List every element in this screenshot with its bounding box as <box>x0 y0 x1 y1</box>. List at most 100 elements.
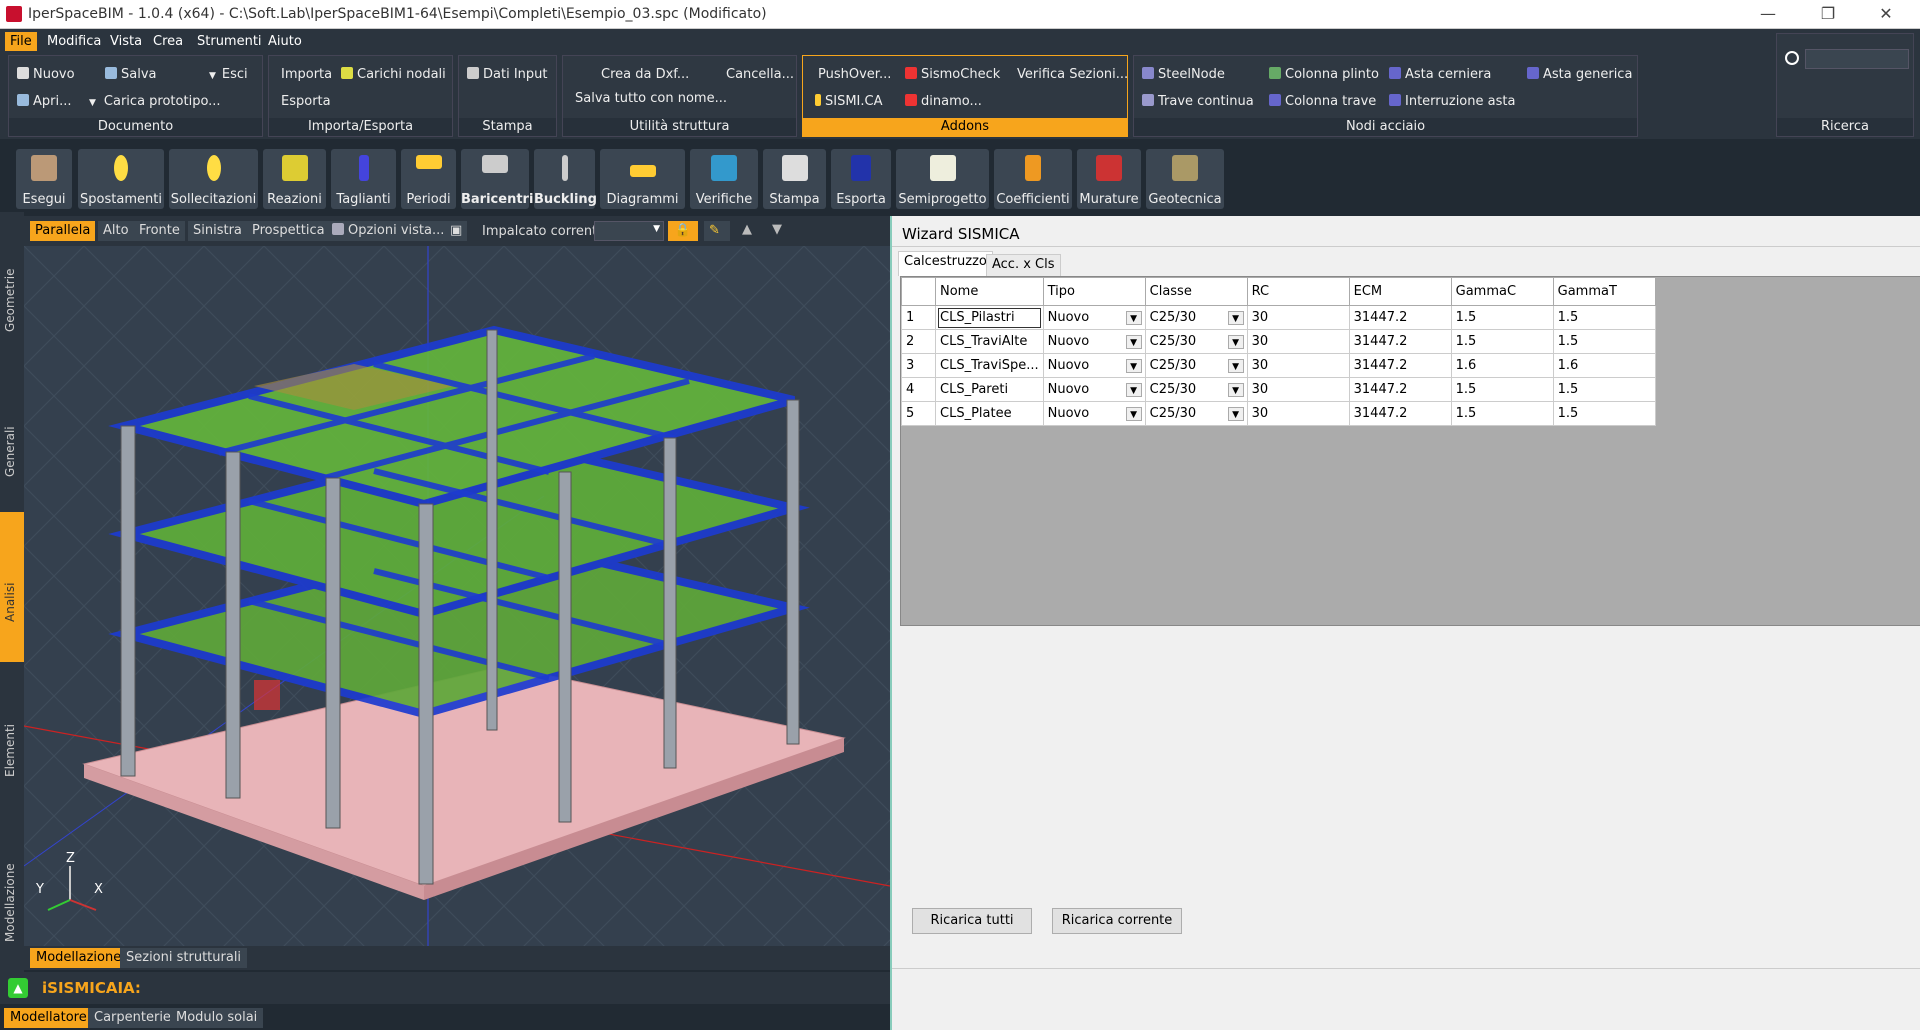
row-number[interactable]: 5 <box>901 401 936 426</box>
cell-gammat[interactable]: 1.6 <box>1552 353 1656 378</box>
cell-gammac[interactable]: 1.5 <box>1450 305 1554 330</box>
close-button[interactable]: ✕ <box>1868 3 1904 25</box>
trave-continua-button[interactable]: Trave continua <box>1142 93 1254 111</box>
menu-vista[interactable]: Vista <box>105 32 147 51</box>
dropdown-arrow-icon[interactable]: ▼ <box>1227 335 1244 349</box>
cell-gammat[interactable]: 1.5 <box>1552 329 1656 354</box>
tab-calcestruzzo[interactable]: Calcestruzzo <box>898 251 993 276</box>
cancella-button[interactable]: Cancella... <box>726 66 794 84</box>
apri-button[interactable]: Apri... <box>17 93 72 111</box>
cell-classe[interactable]: C25/30 ▼ <box>1144 329 1248 354</box>
sidetab-generali[interactable]: Generali <box>0 387 24 507</box>
reazioni-button[interactable]: Reazioni <box>263 149 326 209</box>
interruzione-asta-button[interactable]: Interruzione asta <box>1389 93 1515 111</box>
row-number[interactable]: 1 <box>901 305 936 330</box>
geotecnica-button[interactable]: Geotecnica <box>1146 149 1224 209</box>
wrench-icon[interactable]: ✎ <box>704 221 730 241</box>
cell-tipo[interactable]: Nuovo ▼ <box>1042 329 1146 354</box>
cell-gammac[interactable]: 1.5 <box>1450 329 1554 354</box>
col-rc[interactable]: RC <box>1246 277 1350 306</box>
minimize-button[interactable]: — <box>1750 3 1786 25</box>
cell-nome[interactable]: CLS_TraviAlte <box>935 329 1044 354</box>
impalcato-select[interactable]: ▼ <box>594 221 664 241</box>
cell-classe[interactable]: C25/30 ▼ <box>1144 305 1248 330</box>
cell-tipo[interactable]: Nuovo ▼ <box>1042 305 1146 330</box>
view-sinistra-button[interactable]: Sinistra <box>188 221 247 241</box>
nuovo-button[interactable]: Nuovo <box>17 66 75 84</box>
row-number[interactable]: 3 <box>901 353 936 378</box>
diagrammi-button[interactable]: Diagrammi <box>600 149 685 209</box>
dropdown-arrow-icon[interactable]: ▼ <box>1125 335 1142 349</box>
sidetab-analisi[interactable]: Analisi <box>0 512 24 662</box>
sismica-button[interactable]: SISMI.CA <box>815 93 883 111</box>
tab-acc-x-cls[interactable]: Acc. x Cls <box>986 254 1061 276</box>
importa-button[interactable]: Importa <box>281 66 332 84</box>
sidetab-elementi[interactable]: Elementi <box>0 682 24 802</box>
sidetab-modellazione[interactable]: Modellazione <box>0 832 24 962</box>
salva-tutto-button[interactable]: Salva tutto con nome... <box>575 90 727 108</box>
menu-strumenti[interactable]: Strumenti <box>192 32 267 51</box>
cell-rc[interactable]: 30 <box>1246 401 1350 426</box>
view-prospettica-button[interactable]: Prospettica <box>247 221 330 241</box>
colonna-trave-button[interactable]: Colonna trave <box>1269 93 1376 111</box>
menu-aiuto[interactable]: Aiuto <box>263 32 307 51</box>
colonna-plinto-button[interactable]: Colonna plinto <box>1269 66 1379 84</box>
view-fronte-button[interactable]: Fronte <box>134 221 185 241</box>
cell-ecm[interactable]: 31447.2 <box>1348 329 1452 354</box>
dropdown-arrow-icon[interactable]: ▼ <box>1227 311 1244 325</box>
tab-sezioni-strutturali[interactable]: Sezioni strutturali <box>120 948 248 968</box>
row-number[interactable]: 4 <box>901 377 936 402</box>
salva-button[interactable]: Salva <box>105 66 157 84</box>
dropdown-arrow-icon[interactable]: ▼ <box>1227 359 1244 373</box>
3d-viewport[interactable]: Z Y X <box>23 246 891 946</box>
col-tipo[interactable]: Tipo <box>1042 277 1146 306</box>
cell-rc[interactable]: 30 <box>1246 353 1350 378</box>
restore-button[interactable]: ❐ <box>1810 3 1846 25</box>
tab-carpenterie[interactable]: Carpenterie <box>88 1008 177 1028</box>
cell-rc[interactable]: 30 <box>1246 329 1350 354</box>
menu-modifica[interactable]: Modifica <box>42 32 106 51</box>
cell-gammac[interactable]: 1.6 <box>1450 353 1554 378</box>
taglianti-button[interactable]: Taglianti <box>331 149 396 209</box>
coefficienti-button[interactable]: Coefficienti <box>994 149 1072 209</box>
view-parallela-button[interactable]: Parallela <box>30 221 96 241</box>
murature-button[interactable]: Murature <box>1077 149 1141 209</box>
dinamo-button[interactable]: dinamo... <box>905 93 982 111</box>
cell-gammac[interactable]: 1.5 <box>1450 377 1554 402</box>
dati-input-button[interactable]: Dati Input <box>467 66 547 84</box>
cell-gammat[interactable]: 1.5 <box>1552 401 1656 426</box>
esci-button[interactable]: ▼ Esci <box>209 66 248 84</box>
cell-gammat[interactable]: 1.5 <box>1552 377 1656 402</box>
sismocheck-button[interactable]: SismoCheck <box>905 66 1000 84</box>
cell-tipo[interactable]: Nuovo ▼ <box>1042 353 1146 378</box>
menu-file[interactable]: File <box>5 32 37 51</box>
periodi-button[interactable]: Periodi <box>401 149 456 209</box>
ricarica-corrente-button[interactable]: Ricarica corrente <box>1052 908 1182 934</box>
cell-ecm[interactable]: 31447.2 <box>1348 305 1452 330</box>
cell-gammat[interactable]: 1.5 <box>1552 305 1656 330</box>
col-classe[interactable]: Classe <box>1144 277 1248 306</box>
cell-rc[interactable]: 30 <box>1246 377 1350 402</box>
row-number[interactable]: 2 <box>901 329 936 354</box>
cell-classe[interactable]: C25/30 ▼ <box>1144 401 1248 426</box>
dropdown-arrow-icon[interactable]: ▼ <box>1125 359 1142 373</box>
cell-nome[interactable]: CLS_Pareti <box>935 377 1044 402</box>
materials-grid[interactable]: Nome Tipo Classe RC ECM GammaC GammaT 1 … <box>900 276 1920 626</box>
cell-tipo[interactable]: Nuovo ▼ <box>1042 377 1146 402</box>
baricentri-button[interactable]: Baricentri <box>461 149 533 209</box>
sidetab-geometrie[interactable]: Geometrie <box>0 242 24 362</box>
cell-tipo[interactable]: Nuovo ▼ <box>1042 401 1146 426</box>
asta-generica-button[interactable]: Asta generica <box>1527 66 1632 84</box>
col-gammac[interactable]: GammaC <box>1450 277 1554 306</box>
arrow-up-icon[interactable]: ▲ <box>8 978 28 998</box>
cell-gammac[interactable]: 1.5 <box>1450 401 1554 426</box>
search-input[interactable] <box>1805 49 1909 69</box>
esegui-button[interactable]: Esegui <box>16 149 72 209</box>
arrow-up-icon[interactable]: ▲ <box>742 222 752 237</box>
dropdown-arrow-icon[interactable]: ▼ <box>1227 407 1244 421</box>
screen-icon[interactable]: ▣ <box>445 221 467 241</box>
cell-classe[interactable]: C25/30 ▼ <box>1144 353 1248 378</box>
tab-modulo-solai[interactable]: Modulo solai <box>170 1008 264 1028</box>
opzioni-vista-button[interactable]: Opzioni vista... <box>327 221 450 241</box>
cell-ecm[interactable]: 31447.2 <box>1348 377 1452 402</box>
